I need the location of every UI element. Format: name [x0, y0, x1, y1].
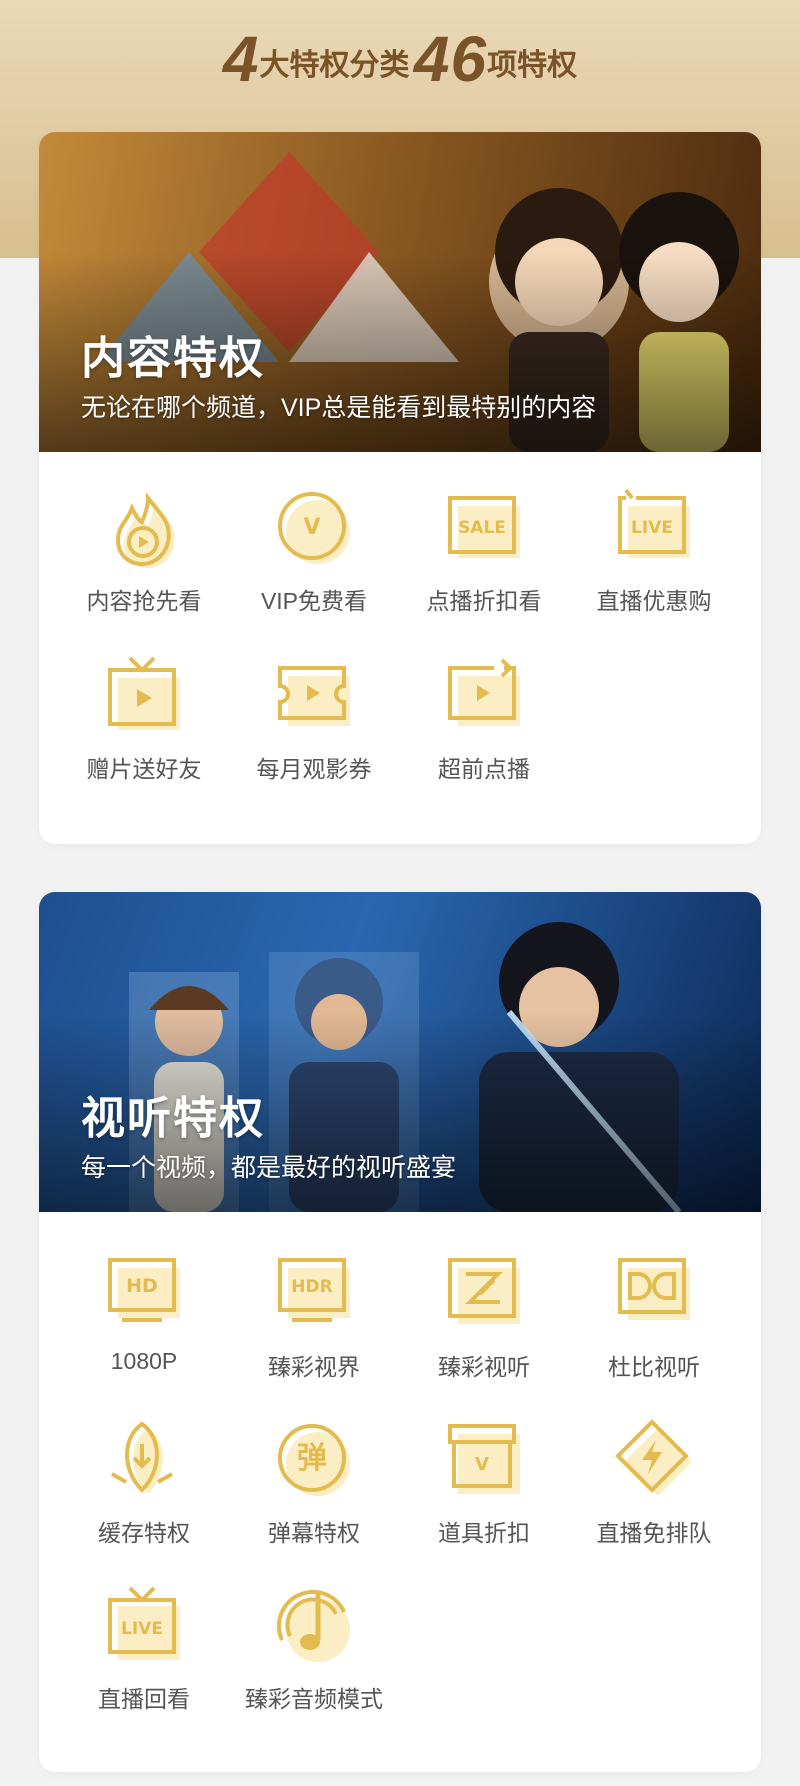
privilege-item-monthly-ticket[interactable]: 每月观影券 [229, 654, 399, 784]
privilege-item-live-replay[interactable]: LIVE 直播回看 [59, 1584, 229, 1714]
privilege-item-danmu[interactable]: 弹 弹幕特权 [229, 1418, 399, 1548]
z-logo-icon [448, 1258, 520, 1324]
av-privilege-banner[interactable]: 视听特权 每一个视频，都是最好的视听盛宴 [39, 892, 761, 1212]
privilege-item-discount[interactable]: SALE 点播折扣看 [399, 486, 569, 616]
privilege-item-zhencai-av[interactable]: 臻彩视听 [399, 1252, 569, 1382]
privilege-label: 直播优惠购 [596, 588, 712, 614]
flame-play-icon [115, 492, 175, 568]
sale-tag-icon: SALE [448, 496, 520, 558]
av-privilege-card: 视听特权 每一个视频，都是最好的视听盛宴 HD 1080P HDR 臻彩视界 臻… [39, 892, 761, 1772]
dolby-icon [618, 1258, 690, 1320]
lightning-diamond-icon [615, 1419, 692, 1496]
privilege-label: 臻彩视听 [438, 1354, 530, 1380]
section-title: 内容特权 [81, 334, 265, 383]
privilege-item-advance-play[interactable]: 超前点播 [399, 654, 569, 784]
privilege-item-live-no-queue[interactable]: 直播免排队 [569, 1418, 739, 1548]
section-title: 视听特权 [81, 1094, 265, 1143]
sale-glyph: SALE [458, 518, 506, 538]
privilege-headline: 4大特权分类 46项特权 [0, 22, 800, 96]
privilege-label: 臻彩视界 [268, 1354, 360, 1380]
hd-icon: HD [108, 1258, 180, 1322]
hdr-glyph: HDR [291, 1277, 332, 1297]
privilege-label: 每月观影券 [256, 756, 372, 782]
privilege-label: 杜比视听 [608, 1354, 700, 1380]
privilege-label: 缓存特权 [98, 1520, 190, 1546]
prop-glyph: V [475, 1454, 489, 1475]
danmu-icon: 弹 [278, 1424, 350, 1496]
hd-glyph: HD [126, 1275, 158, 1297]
privilege-item-gift-friend[interactable]: 赠片送好友 [59, 654, 229, 784]
live-replay-icon: LIVE [108, 1586, 180, 1660]
privilege-item-cache[interactable]: 缓存特权 [59, 1418, 229, 1548]
download-leaf-icon [111, 1421, 173, 1494]
live-tag-icon: LIVE [618, 488, 690, 558]
privilege-item-1080p[interactable]: HD 1080P [59, 1252, 229, 1375]
privilege-label: 1080P [110, 1348, 178, 1374]
live-replay-glyph: LIVE [121, 1619, 163, 1639]
content-privilege-banner[interactable]: 内容特权 无论在哪个频道，VIP总是能看到最特别的内容 [39, 132, 761, 452]
content-privilege-card: 内容特权 无论在哪个频道，VIP总是能看到最特别的内容 内容抢先看 V VIP免… [39, 132, 761, 844]
privilege-count: 46 [413, 23, 488, 95]
prop-box-icon: V [448, 1424, 520, 1494]
vip-glyph: V [303, 515, 320, 540]
category-count: 4 [222, 23, 260, 95]
privilege-label: 赠片送好友 [86, 756, 202, 782]
vip-circle-icon: V [278, 492, 350, 564]
privilege-item-live-deal[interactable]: LIVE 直播优惠购 [569, 486, 739, 616]
privilege-item-audio-mode[interactable]: 臻彩音频模式 [229, 1584, 399, 1714]
privilege-item-early-access[interactable]: 内容抢先看 [59, 486, 229, 616]
privilege-label: 臻彩音频模式 [245, 1686, 383, 1712]
privilege-label: 直播回看 [98, 1686, 190, 1712]
privilege-label: 弹幕特权 [268, 1520, 360, 1546]
music-note-icon [276, 1589, 350, 1662]
privilege-item-zhencai-vision[interactable]: HDR 臻彩视界 [229, 1252, 399, 1382]
section-subtitle: 无论在哪个频道，VIP总是能看到最特别的内容 [81, 394, 597, 422]
privilege-label: 直播免排队 [596, 1520, 712, 1546]
privilege-label: 超前点播 [438, 756, 530, 782]
privilege-text: 项特权 [487, 49, 578, 82]
advance-play-icon [448, 658, 520, 726]
privilege-item-prop-discount[interactable]: V 道具折扣 [399, 1418, 569, 1548]
hdr-icon: HDR [278, 1258, 350, 1322]
privilege-label: 内容抢先看 [86, 588, 202, 614]
privilege-label: 道具折扣 [438, 1520, 530, 1546]
danmu-glyph: 弹 [297, 1441, 327, 1476]
live-glyph: LIVE [631, 518, 673, 538]
privilege-label: VIP免费看 [260, 588, 368, 614]
section-subtitle: 每一个视频，都是最好的视听盛宴 [81, 1154, 457, 1182]
category-text: 大特权分类 [259, 49, 410, 82]
privilege-label: 点播折扣看 [426, 588, 542, 614]
gift-tv-icon [108, 656, 180, 730]
privilege-item-vip-free[interactable]: V VIP免费看 [229, 486, 399, 616]
privilege-item-dolby[interactable]: 杜比视听 [569, 1252, 739, 1382]
ticket-icon [278, 666, 350, 726]
